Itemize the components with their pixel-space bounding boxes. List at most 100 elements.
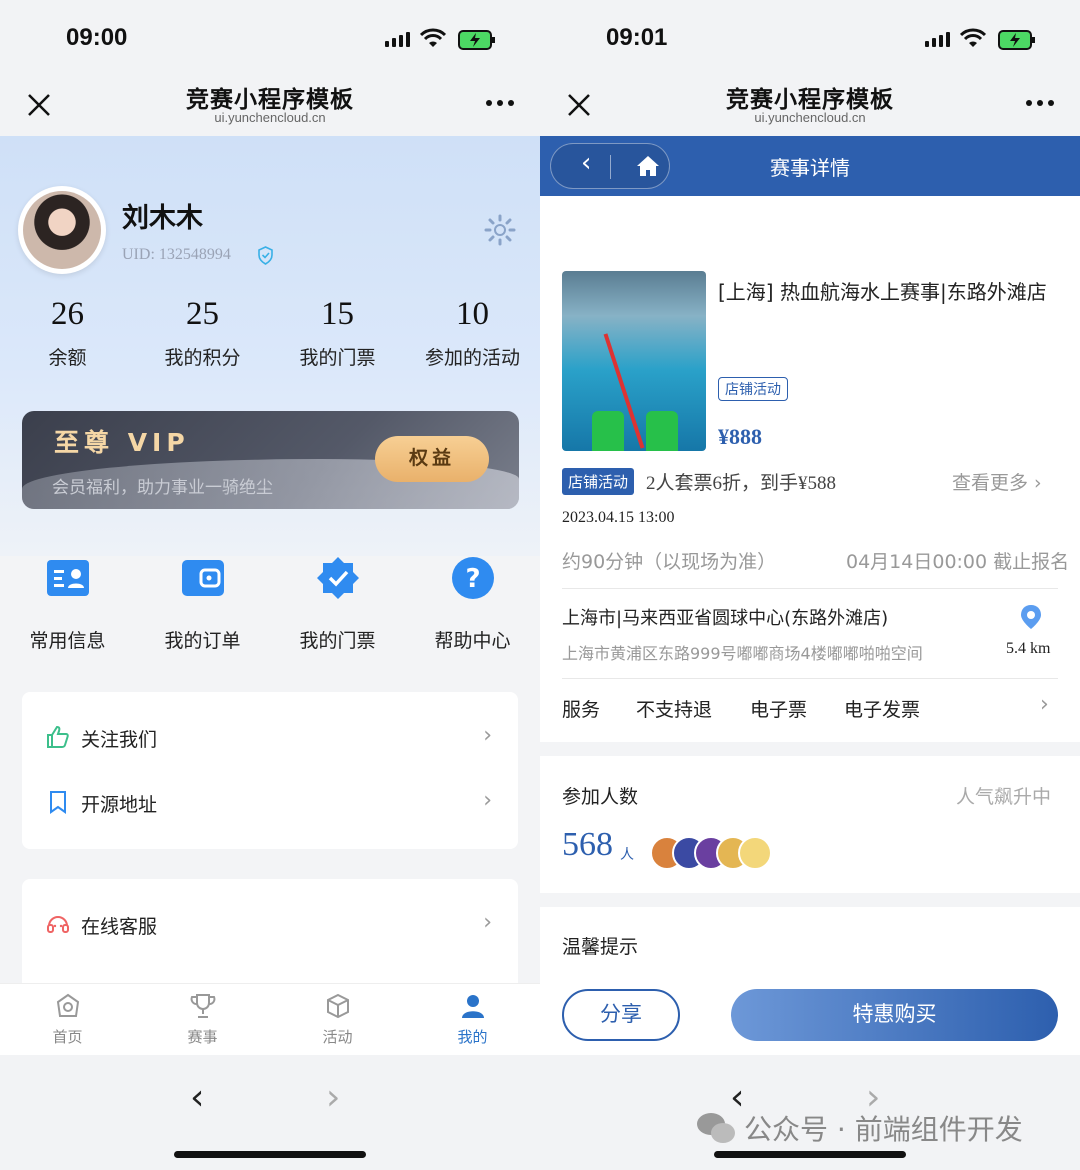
section-gap [540, 893, 1080, 907]
headset-icon [47, 916, 69, 933]
promo-text: 2人套票6折，到手¥588 [646, 473, 837, 494]
id-card-icon [46, 560, 89, 596]
tab-activities[interactable]: 活动 [270, 992, 405, 1047]
location-pin-icon[interactable] [1020, 604, 1042, 630]
wallet-icon [181, 560, 224, 596]
tab-bar: 首页 赛事 活动 我的 [0, 983, 540, 1055]
tab-mine[interactable]: 我的 [405, 992, 540, 1047]
status-bar: 09:00 [0, 0, 540, 80]
nav-url: ui.yunchencloud.cn [754, 110, 866, 125]
battery-icon [458, 30, 495, 50]
participants-label: 参加人数 [562, 786, 639, 808]
action-bar: 分享 特惠购买 [540, 975, 1080, 1055]
section-gap [540, 742, 1080, 756]
forward-arrow-icon[interactable]: › [326, 1077, 340, 1118]
help-icon: ? [451, 557, 494, 599]
stat-tickets[interactable]: 15 我的门票 [270, 296, 405, 370]
venue-address: 上海市黄浦区东路999号嘟嘟商场4楼嘟嘟啪啪空间 [562, 644, 923, 663]
event-duration: 约90分钟（以现场为准） [562, 551, 777, 573]
vip-title: 至尊 VIP [54, 428, 190, 457]
battery-icon [998, 30, 1035, 50]
tips-heading: 温馨提示 [562, 936, 639, 958]
event-image[interactable] [562, 271, 706, 451]
event-date: 2023.04.15 13:00 [562, 509, 675, 526]
nav-url: ui.yunchencloud.cn [214, 110, 326, 125]
service-e-invoice: 电子发票 [844, 699, 921, 721]
quick-entry-info[interactable]: 常用信息 [0, 556, 135, 653]
right-screen: 09:01 竞赛小程序模板 ui.yunchencloud.cn ‹ 赛事详情 … [540, 0, 1080, 1170]
more-icon[interactable] [1026, 100, 1054, 106]
home-indicator[interactable] [174, 1151, 366, 1158]
tab-events[interactable]: 赛事 [135, 992, 270, 1047]
menu-card-1: 关注我们 › 开源地址 › [22, 692, 518, 849]
svg-text:?: ? [465, 564, 480, 594]
more-icon[interactable] [486, 100, 514, 106]
buy-button[interactable]: 特惠购买 [731, 989, 1058, 1041]
divider [562, 678, 1058, 679]
status-time: 09:01 [606, 24, 668, 51]
status-bar: 09:01 [540, 0, 1080, 80]
chevron-right-icon: › [483, 723, 492, 748]
chevron-right-icon[interactable]: › [1040, 692, 1049, 717]
menu-card-2: 在线客服 › [22, 879, 518, 999]
service-e-ticket: 电子票 [750, 699, 808, 721]
promo-tag: 店铺活动 [562, 468, 635, 495]
home-indicator[interactable] [714, 1151, 906, 1158]
stat-balance[interactable]: 26 余额 [0, 296, 135, 370]
user-name: 刘木木 [122, 203, 203, 234]
event-title: [上海] 热血航海水上赛事|东路外滩店 [718, 280, 1047, 304]
wifi-icon [420, 28, 446, 47]
event-price: ¥888 [718, 424, 762, 449]
stat-points[interactable]: 25 我的积分 [135, 296, 270, 370]
venue-name[interactable]: 上海市|马来西亚省圆球中心(东路外滩店) [562, 604, 888, 630]
nav-title: 竞赛小程序模板 [186, 87, 354, 113]
chevron-right-icon: › [483, 910, 492, 935]
browser-bottom-bar: ‹ › [0, 1055, 540, 1170]
chevron-right-icon: › [483, 788, 492, 813]
vip-benefits-button[interactable]: 权益 [375, 436, 489, 482]
wechat-icon [697, 1113, 735, 1143]
share-button[interactable]: 分享 [562, 989, 680, 1041]
menu-item-opensource[interactable]: 开源地址 › [22, 770, 518, 835]
wifi-icon [960, 28, 986, 47]
vip-card[interactable]: 至尊 VIP 会员福利，助力事业一骑绝尘 权益 [22, 411, 519, 509]
quick-entry-help[interactable]: ? 帮助中心 [405, 556, 540, 653]
menu-item-support[interactable]: 在线客服 › [22, 892, 518, 957]
service-no-refund: 不支持退 [636, 699, 713, 721]
service-label: 服务 [562, 699, 601, 721]
bookmark-icon [50, 791, 66, 814]
mini-program-nav: 竞赛小程序模板 ui.yunchencloud.cn [0, 80, 540, 136]
cube-icon [326, 993, 349, 1019]
store-activity-tag: 店铺活动 [718, 377, 788, 401]
vip-subtitle: 会员福利，助力事业一骑绝尘 [52, 478, 273, 498]
signup-deadline: 04月14日00:00 截止报名 [846, 551, 1070, 573]
trophy-icon [190, 994, 215, 1018]
user-uid: UID: 132548994 [122, 246, 231, 263]
stat-activities[interactable]: 10 参加的活动 [405, 296, 540, 370]
avatar [738, 836, 772, 870]
watermark-text: 公众号 · 前端组件开发 [744, 1113, 1023, 1146]
cellular-icon [925, 32, 950, 47]
mini-program-nav: 竞赛小程序模板 ui.yunchencloud.cn [540, 80, 1080, 136]
avatar[interactable] [18, 186, 106, 274]
back-arrow-icon[interactable]: ‹ [190, 1077, 204, 1118]
quick-entry-orders[interactable]: 我的订单 [135, 556, 270, 653]
participants-count: 568 [562, 826, 613, 863]
quick-entry-tickets[interactable]: 我的门票 [270, 556, 405, 653]
see-more-link[interactable]: 查看更多 › [952, 468, 1042, 495]
popularity-label: 人气飙升中 [956, 786, 1052, 808]
home-icon [56, 993, 79, 1017]
user-icon [461, 995, 484, 1018]
watermark: 公众号 · 前端组件开发 [696, 1108, 1023, 1148]
settings-icon[interactable] [484, 214, 516, 246]
page-header: ‹ 赛事详情 [540, 136, 1080, 196]
badge-check-icon [316, 557, 359, 599]
nav-title: 竞赛小程序模板 [726, 87, 894, 113]
venue-distance: 5.4 km [1006, 640, 1051, 657]
status-time: 09:00 [66, 24, 128, 51]
tab-home[interactable]: 首页 [0, 992, 135, 1047]
thumbs-up-icon [47, 725, 69, 748]
menu-item-follow[interactable]: 关注我们 › [22, 705, 518, 770]
verified-shield-icon [258, 246, 273, 265]
page-title: 赛事详情 [770, 156, 850, 180]
